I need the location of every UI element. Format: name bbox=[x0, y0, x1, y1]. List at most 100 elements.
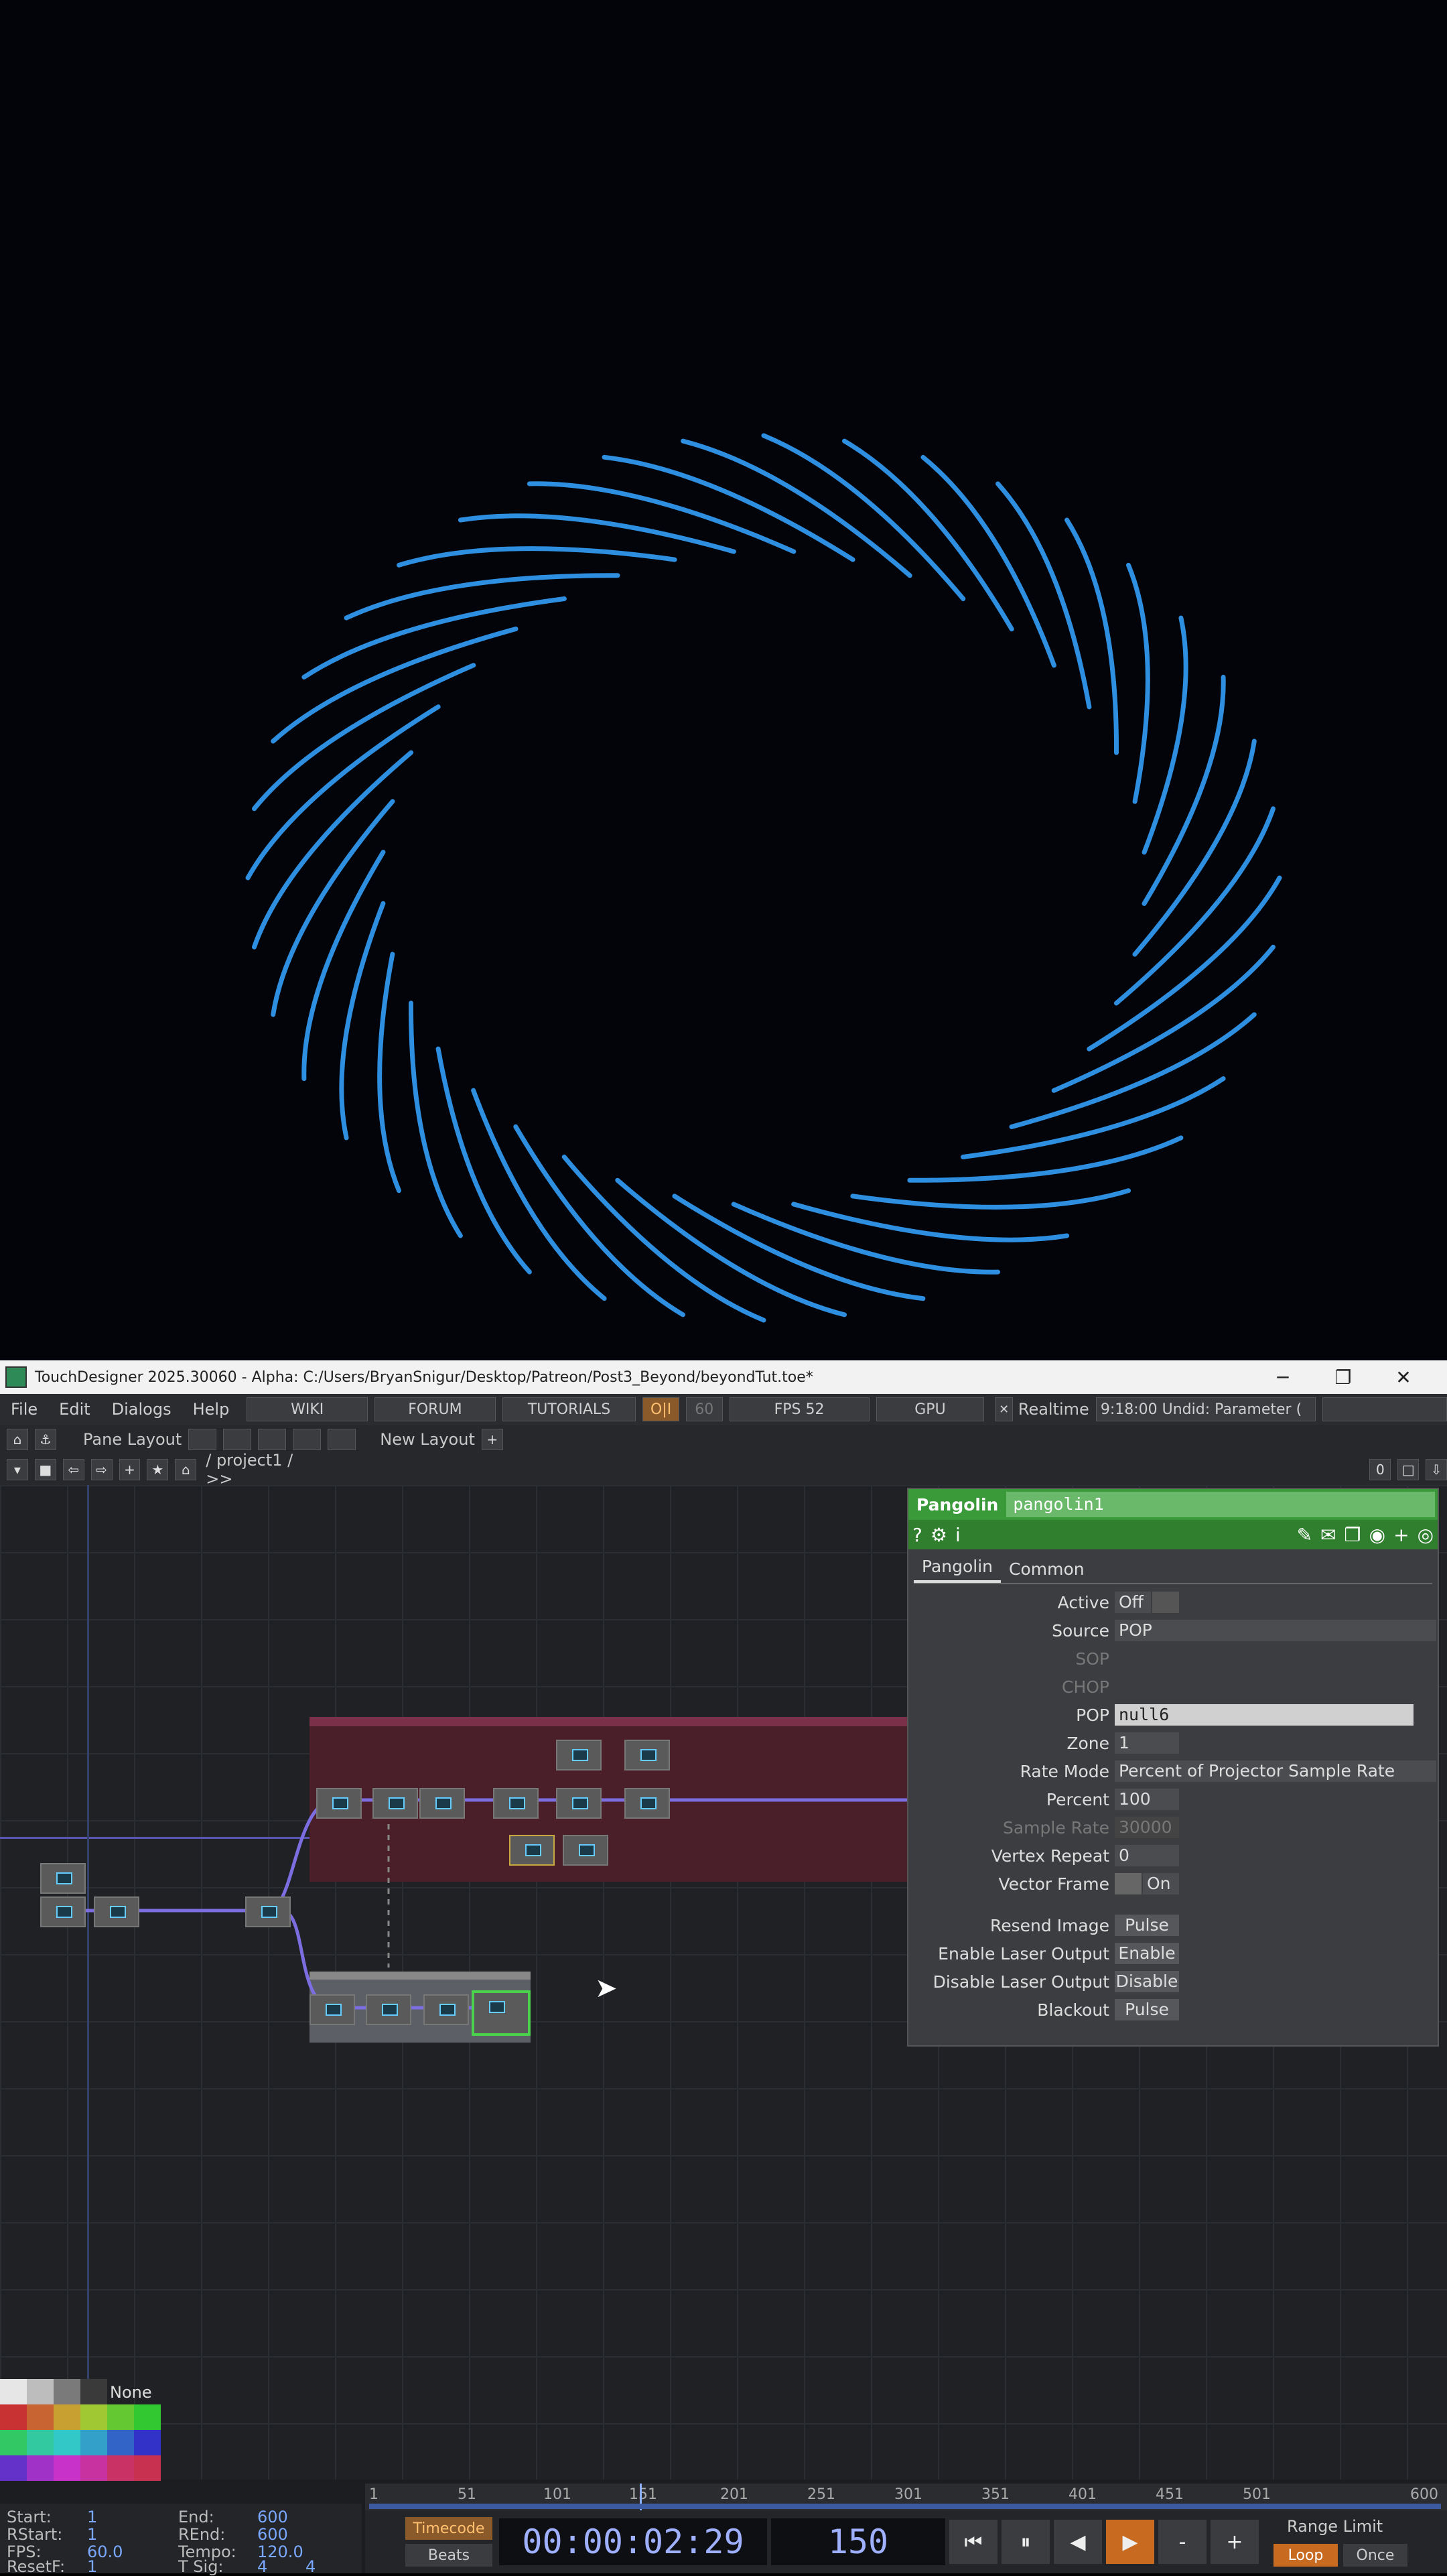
zone-field[interactable]: 1 bbox=[1115, 1732, 1179, 1754]
operator-node[interactable] bbox=[316, 1788, 362, 1819]
loop-button[interactable]: Loop bbox=[1273, 2544, 1338, 2567]
network-path[interactable]: / project1 / >> bbox=[206, 1451, 324, 1488]
stop-icon[interactable]: ■ bbox=[34, 1459, 56, 1480]
active-toggle[interactable]: Off bbox=[1115, 1592, 1151, 1613]
range-bar[interactable] bbox=[369, 2504, 1441, 2509]
copy-icon[interactable]: ❐ bbox=[1345, 1524, 1361, 1546]
oi-toggle[interactable]: O|I bbox=[642, 1397, 679, 1421]
edit-icon[interactable]: ✎ bbox=[1297, 1524, 1312, 1546]
add-icon[interactable]: + bbox=[119, 1459, 141, 1480]
color-swatch[interactable] bbox=[54, 2404, 80, 2430]
layout-four-icon[interactable] bbox=[328, 1429, 356, 1450]
color-swatch[interactable] bbox=[80, 2379, 107, 2404]
step-minus-button[interactable]: - bbox=[1158, 2520, 1207, 2564]
realtime-checkbox[interactable]: ✕ bbox=[995, 1397, 1013, 1421]
color-swatch[interactable] bbox=[0, 2455, 27, 2481]
operator-node[interactable] bbox=[493, 1788, 539, 1819]
operator-node[interactable] bbox=[372, 1788, 418, 1819]
home-icon[interactable]: ⌂ bbox=[175, 1459, 197, 1480]
play-icon[interactable]: ▶ bbox=[1106, 2520, 1154, 2564]
restore-button[interactable]: ❐ bbox=[1313, 1360, 1373, 1394]
color-swatch[interactable] bbox=[107, 2430, 134, 2455]
pane-menu-icon[interactable]: ▾ bbox=[7, 1459, 28, 1480]
timecode-display[interactable]: 00:00:02:29 bbox=[499, 2518, 767, 2565]
operator-node[interactable] bbox=[556, 1788, 602, 1819]
tab-common[interactable]: Common bbox=[1001, 1555, 1093, 1583]
source-dropdown[interactable]: POP bbox=[1115, 1620, 1436, 1641]
color-swatch[interactable] bbox=[134, 2430, 161, 2455]
resend-image-button[interactable]: Pulse bbox=[1115, 1915, 1179, 1936]
operator-node[interactable] bbox=[624, 1788, 670, 1819]
color-swatch[interactable] bbox=[134, 2455, 161, 2481]
forward-icon[interactable]: ⇨ bbox=[90, 1459, 113, 1480]
color-swatch[interactable] bbox=[80, 2404, 107, 2430]
operator-node[interactable] bbox=[624, 1740, 670, 1770]
maximize-pane-icon[interactable]: □ bbox=[1397, 1459, 1420, 1480]
once-button[interactable]: Once bbox=[1343, 2544, 1407, 2567]
wiki-button[interactable]: WIKI bbox=[247, 1397, 368, 1421]
color-swatch[interactable] bbox=[27, 2430, 54, 2455]
color-swatch[interactable] bbox=[27, 2379, 54, 2404]
sixty-fps-button[interactable]: 60 bbox=[685, 1397, 723, 1421]
menu-help[interactable]: Help bbox=[182, 1400, 240, 1419]
percent-field[interactable]: 100 bbox=[1115, 1789, 1179, 1810]
layout-split-v-icon[interactable] bbox=[223, 1429, 252, 1450]
tutorials-button[interactable]: TUTORIALS bbox=[502, 1397, 636, 1421]
info-icon[interactable]: i bbox=[955, 1524, 961, 1546]
step-back-icon[interactable]: ◀ bbox=[1054, 2520, 1102, 2564]
menu-file[interactable]: File bbox=[0, 1400, 48, 1419]
active-toggle-knob[interactable] bbox=[1152, 1592, 1179, 1613]
operator-node[interactable] bbox=[423, 1994, 469, 2025]
operator-node[interactable] bbox=[563, 1835, 608, 1866]
color-swatch[interactable] bbox=[134, 2404, 161, 2430]
layout-split-h-icon[interactable] bbox=[258, 1429, 287, 1450]
menu-edit[interactable]: Edit bbox=[48, 1400, 100, 1419]
beats-toggle[interactable]: Beats bbox=[405, 2544, 492, 2567]
color-swatch[interactable] bbox=[54, 2430, 80, 2455]
blackout-button[interactable]: Pulse bbox=[1115, 1999, 1179, 2020]
operator-name-field[interactable]: pangolin1 bbox=[1006, 1492, 1435, 1517]
new-layout-button[interactable]: + bbox=[481, 1429, 503, 1450]
selected-operator-node[interactable] bbox=[472, 1990, 531, 2036]
operator-node[interactable] bbox=[94, 1896, 139, 1927]
operator-node[interactable] bbox=[40, 1863, 86, 1894]
color-swatch[interactable] bbox=[107, 2455, 134, 2481]
timeline-ruler[interactable]: 1 51 101 151 201 251 301 351 401 451 501… bbox=[365, 2484, 1447, 2510]
operator-node[interactable] bbox=[509, 1835, 555, 1866]
pause-icon[interactable]: ⏸ bbox=[1002, 2520, 1050, 2564]
disable-laser-button[interactable]: Disable bbox=[1115, 1971, 1179, 1992]
pane-home-icon[interactable]: ⌂ bbox=[7, 1429, 28, 1450]
frame-display[interactable]: 150 bbox=[771, 2518, 945, 2565]
enable-laser-button[interactable]: Enable bbox=[1115, 1943, 1179, 1964]
operator-node[interactable] bbox=[245, 1896, 291, 1927]
pane-anchor-icon[interactable]: ⚓ bbox=[35, 1429, 56, 1450]
add-param-icon[interactable]: + bbox=[1393, 1524, 1409, 1546]
menu-dialogs[interactable]: Dialogs bbox=[101, 1400, 182, 1419]
color-swatch[interactable] bbox=[54, 2455, 80, 2481]
tab-pangolin[interactable]: Pangolin bbox=[914, 1553, 1002, 1583]
timecode-toggle[interactable]: Timecode bbox=[405, 2517, 492, 2540]
operator-node[interactable] bbox=[366, 1994, 411, 2025]
rewind-icon[interactable]: ⏮ bbox=[949, 2520, 997, 2564]
vector-frame-toggle[interactable]: On bbox=[1143, 1873, 1179, 1894]
step-plus-button[interactable]: + bbox=[1211, 2520, 1259, 2564]
color-swatch[interactable] bbox=[80, 2430, 107, 2455]
download-icon[interactable]: ⇩ bbox=[1426, 1459, 1447, 1480]
color-swatch[interactable] bbox=[0, 2404, 27, 2430]
help-icon[interactable]: ? bbox=[912, 1524, 922, 1546]
target-icon[interactable]: ◎ bbox=[1418, 1524, 1434, 1546]
layout-three-icon[interactable] bbox=[293, 1429, 322, 1450]
operator-node[interactable] bbox=[419, 1788, 465, 1819]
operator-node[interactable] bbox=[40, 1896, 86, 1927]
operator-node[interactable] bbox=[309, 1994, 355, 2025]
comment-icon[interactable]: ✉ bbox=[1320, 1524, 1336, 1546]
vertex-repeat-field[interactable]: 0 bbox=[1115, 1845, 1179, 1866]
close-button[interactable]: ✕ bbox=[1373, 1360, 1434, 1394]
rend-value[interactable]: 600 bbox=[257, 2525, 288, 2544]
search-field[interactable] bbox=[1322, 1397, 1447, 1421]
python-icon[interactable]: ◉ bbox=[1369, 1524, 1385, 1546]
vector-frame-knob[interactable] bbox=[1115, 1873, 1142, 1894]
rstart-value[interactable]: 1 bbox=[87, 2525, 97, 2544]
start-value[interactable]: 1 bbox=[87, 2508, 97, 2526]
color-swatch[interactable] bbox=[27, 2455, 54, 2481]
